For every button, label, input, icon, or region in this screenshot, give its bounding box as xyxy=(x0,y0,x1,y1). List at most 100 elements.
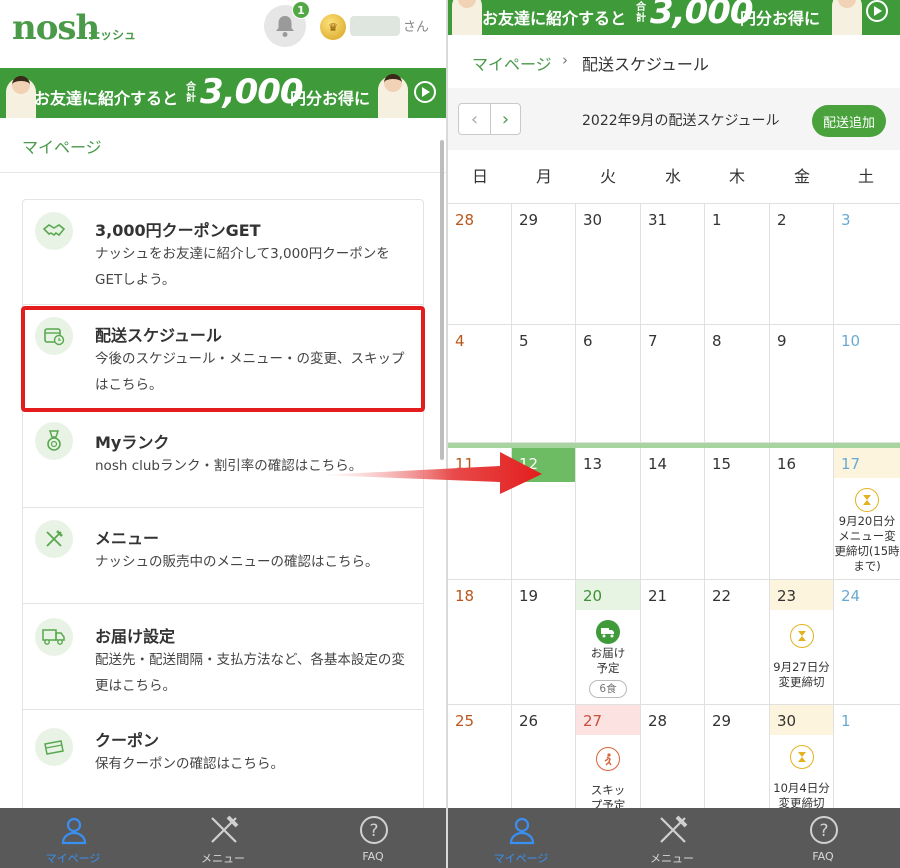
calendar-day[interactable]: 28 xyxy=(641,705,705,815)
weekday-mon: 月 xyxy=(535,167,552,186)
month-title: 2022年9月の配送スケジュール xyxy=(582,113,780,129)
day-number: 19 xyxy=(519,587,539,605)
calendar-day[interactable]: 24 xyxy=(834,580,900,704)
day-number: 22 xyxy=(712,587,732,605)
nav-menu[interactable]: メニュー xyxy=(617,808,727,868)
calendar-day-deadline[interactable]: 17 9月20日分メニュー変更締切(15時まで) xyxy=(834,448,900,579)
mypage-panel: nosh ナッシュ 1 ♛ さん お友達に紹介すると 合計 3,000 円分お得… xyxy=(0,0,446,868)
nosh-logo[interactable]: nosh xyxy=(12,8,100,48)
day-number: 23 xyxy=(777,587,797,605)
calendar-day-delivery[interactable]: 20 お届け予定 6食 xyxy=(576,580,641,704)
day-number: 10 xyxy=(841,332,861,350)
calendar-week: 25 26 27 スキップ予定 28 29 30 10月4日分変更締切 1 xyxy=(448,705,900,815)
hourglass-icon xyxy=(855,488,879,512)
scrollbar[interactable] xyxy=(440,140,444,460)
schedule-toolbar: ‹ › 2022年9月の配送スケジュール 配送追加 xyxy=(448,88,900,150)
person-icon xyxy=(61,817,87,845)
menu-item-title: Myランク xyxy=(95,433,170,452)
calendar-day[interactable]: 25 xyxy=(448,705,512,815)
breadcrumb-home-link[interactable]: マイページ xyxy=(472,51,552,75)
nav-label: マイページ xyxy=(45,852,101,865)
prev-month-button[interactable]: ‹ xyxy=(458,103,491,135)
running-icon xyxy=(596,747,620,771)
calendar-day[interactable]: 30 xyxy=(576,204,641,324)
weekday-sun: 日 xyxy=(471,167,488,186)
calendar-day[interactable]: 2 xyxy=(770,204,834,324)
bell-icon xyxy=(276,16,294,37)
highlight-box xyxy=(21,306,425,412)
menu-item-coupon[interactable]: クーポン 保有クーポンの確認はこちら。 xyxy=(23,710,423,810)
medal-icon xyxy=(35,422,73,460)
nav-label: FAQ xyxy=(362,850,384,863)
menu-item-title: クーポン xyxy=(95,731,160,750)
day-number: 27 xyxy=(583,712,603,730)
day-number: 30 xyxy=(583,211,603,229)
calendar-day[interactable]: 19 xyxy=(512,580,576,704)
banner-suffix: 円分お得に xyxy=(740,9,821,28)
day-number: 16 xyxy=(777,455,797,473)
breadcrumb: マイページ › 配送スケジュール xyxy=(448,35,900,85)
calendar-day[interactable]: 29 xyxy=(512,204,576,324)
day-number: 3 xyxy=(841,211,851,229)
screenshot-root: nosh ナッシュ 1 ♛ さん お友達に紹介すると 合計 3,000 円分お得… xyxy=(0,0,900,868)
day-number: 26 xyxy=(519,712,539,730)
day-number: 29 xyxy=(712,712,732,730)
day-number: 8 xyxy=(712,332,722,350)
calendar-day-skip[interactable]: 27 スキップ予定 xyxy=(576,705,641,815)
page-title-mypage[interactable]: マイページ xyxy=(22,134,102,158)
next-month-button[interactable]: › xyxy=(490,103,521,135)
calendar-day[interactable]: 31 xyxy=(641,204,705,324)
calendar-day[interactable]: 14 xyxy=(641,448,705,579)
calendar-day[interactable]: 15 xyxy=(705,448,770,579)
person-icon xyxy=(509,817,535,845)
menu-item-delivery-settings[interactable]: お届け設定 配送先・配送間隔・支払方法など、各基本設定の変更はこちら。 xyxy=(23,604,423,710)
day-number: 6 xyxy=(583,332,593,350)
day-number: 17 xyxy=(841,455,861,473)
weekday-tue: 火 xyxy=(599,167,616,186)
menu-item-coupon-get[interactable]: 3,000円クーポンGET ナッシュをお友達に紹介して3,000円クーポンをGE… xyxy=(23,200,423,305)
nav-label: FAQ xyxy=(812,850,834,863)
nav-menu[interactable]: メニュー xyxy=(168,808,278,868)
referral-banner[interactable]: お友達に紹介すると 合計 3,000 円分お得に xyxy=(448,0,900,35)
nav-faq[interactable]: ? FAQ xyxy=(768,808,878,868)
app-header: nosh ナッシュ 1 ♛ さん xyxy=(0,0,446,68)
calendar-day[interactable]: 13 xyxy=(576,448,641,579)
calendar-day[interactable]: 7 xyxy=(641,325,705,442)
day-number: 29 xyxy=(519,211,539,229)
banner-total-label: 合計 xyxy=(636,2,646,24)
calendar-day[interactable]: 4 xyxy=(448,325,512,442)
calendar-day[interactable]: 29 xyxy=(705,705,770,815)
calendar-week: 18 19 20 お届け予定 6食 21 22 23 9月27日分変更締切 24 xyxy=(448,580,900,705)
calendar-day[interactable]: 1 xyxy=(705,204,770,324)
calendar-day[interactable]: 18 xyxy=(448,580,512,704)
calendar-day[interactable]: 22 xyxy=(705,580,770,704)
calendar-day[interactable]: 9 xyxy=(770,325,834,442)
nav-mypage[interactable]: マイページ xyxy=(18,808,128,868)
add-delivery-button[interactable]: 配送追加 xyxy=(812,105,886,137)
menu-item-menu[interactable]: メニュー ナッシュの販売中のメニューの確認はこちら。 xyxy=(23,508,423,604)
banner-person-illustration xyxy=(6,76,36,118)
banner-prefix: お友達に紹介すると xyxy=(34,89,179,108)
calendar-day[interactable]: 10 xyxy=(834,325,900,442)
calendar-day[interactable]: 3 xyxy=(834,204,900,324)
calendar-day[interactable]: 26 xyxy=(512,705,576,815)
nav-mypage[interactable]: マイページ xyxy=(466,808,576,868)
question-icon: ? xyxy=(360,816,388,844)
calendar-day[interactable]: 16 xyxy=(770,448,834,579)
calendar-day[interactable]: 28 xyxy=(448,204,512,324)
day-number: 7 xyxy=(648,332,658,350)
banner-amount: 3,000 xyxy=(650,0,754,32)
calendar-day[interactable]: 6 xyxy=(576,325,641,442)
calendar-day[interactable]: 5 xyxy=(512,325,576,442)
day-number: 24 xyxy=(841,587,861,605)
divider xyxy=(0,172,446,173)
calendar-day[interactable]: 8 xyxy=(705,325,770,442)
referral-banner[interactable]: お友達に紹介すると 合計 3,000 円分お得に xyxy=(0,68,446,118)
rank-coin-icon: ♛ xyxy=(320,14,346,40)
calendar-day-deadline[interactable]: 23 9月27日分変更締切 xyxy=(770,580,834,704)
nav-faq[interactable]: ? FAQ xyxy=(318,808,428,868)
calendar-day[interactable]: 1 xyxy=(834,705,900,815)
calendar-day-deadline[interactable]: 30 10月4日分変更締切 xyxy=(770,705,834,815)
calendar-day[interactable]: 21 xyxy=(641,580,705,704)
fork-knife-icon xyxy=(660,815,688,843)
